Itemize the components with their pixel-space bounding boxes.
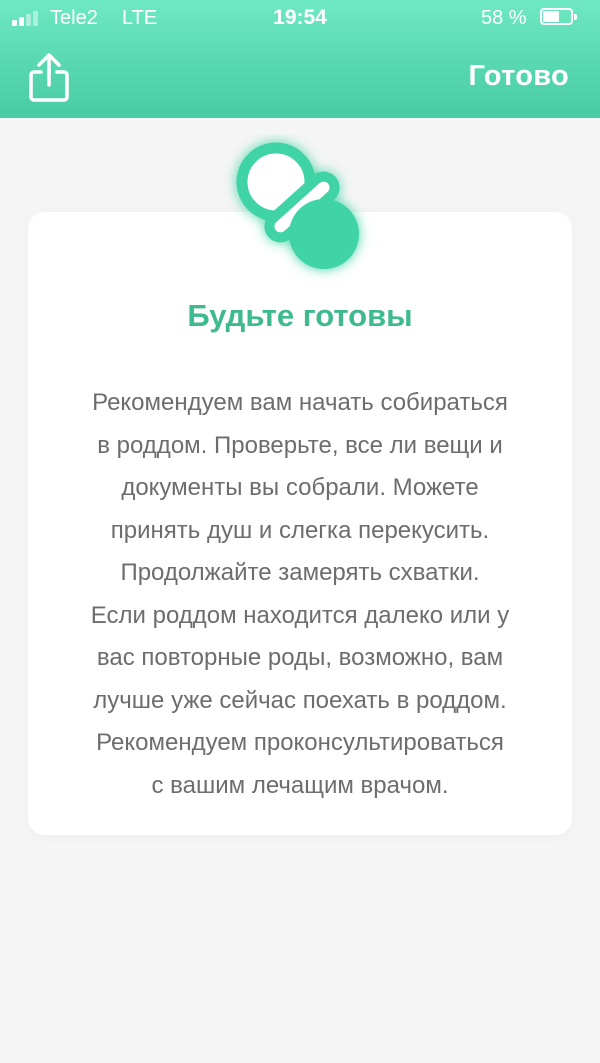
status-bar: Tele2 LTE 19:54 58 %: [0, 0, 600, 38]
card-body-text: Рекомендуем вам начать собираться в родд…: [48, 382, 552, 807]
body-line: Продолжайте замерять схватки.: [120, 559, 480, 586]
body-line: принять душ и слегка перекусить.: [110, 516, 490, 544]
body-line: в роддом. Проверьте, все ли вещи и: [97, 431, 503, 459]
card-title: Будьте готовы: [187, 298, 413, 333]
body-line: вас повторные роды, возможно, вам: [96, 644, 504, 671]
body-line: документы вы собрали. Можете: [121, 474, 479, 501]
app-header: Tele2 LTE 19:54 58 % Готово: [0, 0, 600, 118]
body-line: лучше уже сейчас поехать в роддом.: [93, 686, 507, 714]
pacifier-icon: [222, 134, 378, 284]
share-button[interactable]: [26, 52, 72, 104]
body-line: Если роддом находится далеко или у: [90, 601, 510, 629]
body-line: Рекомендуем вам начать собираться: [92, 389, 508, 416]
body-line: Рекомендуем проконсультироваться: [96, 729, 504, 756]
battery-icon: [540, 8, 578, 27]
done-button[interactable]: Готово: [469, 60, 569, 93]
body-line: с вашим лечащим врачом.: [151, 771, 449, 799]
battery-percent: 58 %: [481, 7, 527, 29]
info-card: Будьте готовы Рекомендуем вам начать соб…: [28, 212, 572, 835]
share-icon: [29, 53, 69, 102]
